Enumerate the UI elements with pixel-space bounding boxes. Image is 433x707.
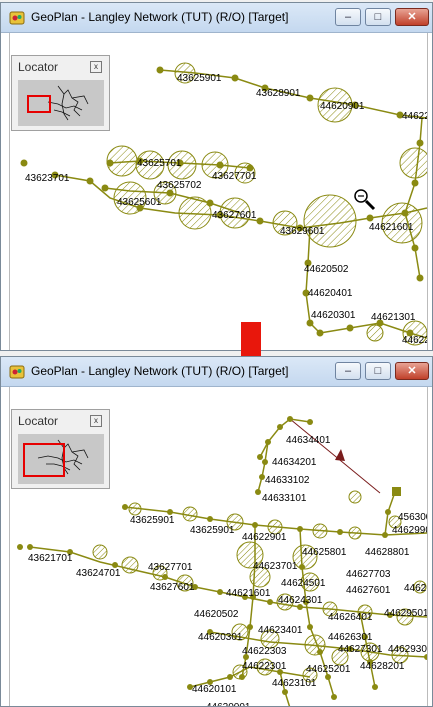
node-label: 44620001 bbox=[206, 702, 251, 707]
node-label: 43625901 bbox=[190, 525, 235, 536]
window-title: GeoPlan - Langley Network (TUT) (R/O) [T… bbox=[31, 10, 289, 24]
node-label: 43628901 bbox=[256, 88, 301, 99]
node-label: 43625901 bbox=[130, 515, 175, 526]
node-label: 44620502 bbox=[194, 609, 239, 620]
node-label: 4462 bbox=[404, 583, 427, 594]
top-geoplan-window: GeoPlan - Langley Network (TUT) (R/O) [T… bbox=[0, 2, 433, 351]
node-label: 44625801 bbox=[302, 547, 347, 558]
close-button[interactable]: ✕ bbox=[395, 8, 429, 26]
node-label: 44634201 bbox=[272, 457, 317, 468]
node-label: 43625701 bbox=[137, 158, 182, 169]
node-label: 44622303 bbox=[242, 646, 287, 657]
minimize-button[interactable]: – bbox=[335, 362, 361, 380]
node-label: 43623701 bbox=[25, 173, 70, 184]
title-bar[interactable]: GeoPlan - Langley Network (TUT) (R/O) [T… bbox=[1, 357, 432, 387]
node-label: 43624701 bbox=[76, 568, 121, 579]
node-label: 44620101 bbox=[192, 684, 237, 695]
node-label: 44620901 bbox=[320, 101, 365, 112]
node-label: 44628801 bbox=[365, 547, 410, 558]
locator-viewport-frame bbox=[23, 443, 65, 477]
node-label: 44623401 bbox=[258, 625, 303, 636]
node-label: 44620301 bbox=[198, 632, 243, 643]
node-label: 44620502 bbox=[304, 264, 349, 275]
maximize-button[interactable]: □ bbox=[365, 362, 391, 380]
locator-overview-map[interactable] bbox=[18, 80, 104, 126]
node-label: 44627301 bbox=[338, 644, 383, 655]
node-label: 44633101 bbox=[262, 493, 307, 504]
node-label: 44623701 bbox=[253, 561, 298, 572]
map-canvas[interactable]: 44634401 44634201 44633102 44633101 4563… bbox=[9, 387, 428, 707]
node-label: 44623101 bbox=[272, 678, 317, 689]
node-label: 44620401 bbox=[308, 288, 353, 299]
locator-overview-map[interactable] bbox=[18, 434, 104, 484]
locator-title: Locator bbox=[18, 60, 59, 74]
node-label: 44629306 bbox=[388, 644, 427, 655]
node-label: 44622301 bbox=[242, 661, 287, 672]
node-label: 44629901 bbox=[392, 525, 427, 536]
node-label: 43627601 bbox=[212, 210, 257, 221]
node-label: 44622901 bbox=[242, 532, 287, 543]
node-label: 44633102 bbox=[265, 475, 310, 486]
locator-viewport-frame bbox=[27, 95, 51, 113]
node-label: 44627601 bbox=[346, 585, 391, 596]
title-bar[interactable]: GeoPlan - Langley Network (TUT) (R/O) [T… bbox=[1, 3, 432, 33]
node-label: 43627701 bbox=[212, 171, 257, 182]
node-label: 44624301 bbox=[278, 595, 323, 606]
node-label: 44626401 bbox=[328, 612, 373, 623]
node-label: 44621601 bbox=[369, 222, 414, 233]
bottom-geoplan-window: GeoPlan - Langley Network (TUT) (R/O) [T… bbox=[0, 356, 433, 707]
node-label: 43625601 bbox=[117, 197, 162, 208]
node-label: 43625901 bbox=[177, 73, 222, 84]
node-label: 44634401 bbox=[286, 435, 331, 446]
node-label: 44626301 bbox=[328, 632, 373, 643]
node-label: 44629501 bbox=[384, 608, 427, 619]
node-label: 44622 bbox=[402, 111, 427, 122]
maximize-button[interactable]: □ bbox=[365, 8, 391, 26]
minimize-button[interactable]: – bbox=[335, 8, 361, 26]
locator-panel[interactable]: Locator x bbox=[11, 55, 110, 131]
node-label: 44627703 bbox=[346, 569, 391, 580]
node-label: 43625702 bbox=[157, 180, 202, 191]
locator-close-button[interactable]: x bbox=[90, 415, 102, 427]
close-button[interactable]: ✕ bbox=[395, 362, 429, 380]
node-label: 44628201 bbox=[360, 661, 405, 672]
node-label: 44621301 bbox=[371, 312, 416, 323]
geoplan-app-icon bbox=[9, 365, 25, 379]
map-canvas[interactable]: 43625901 43628901 44620901 44622 4362570… bbox=[9, 33, 428, 350]
node-label: 44621601 bbox=[226, 588, 271, 599]
node-label: 4563009 bbox=[398, 512, 427, 523]
node-label: 43627601 bbox=[150, 582, 195, 593]
node-label: 44622 bbox=[402, 335, 427, 346]
locator-panel[interactable]: Locator x bbox=[11, 409, 110, 489]
window-title: GeoPlan - Langley Network (TUT) (R/O) [T… bbox=[31, 364, 289, 378]
node-label: 43627701 bbox=[148, 562, 193, 573]
locator-title: Locator bbox=[18, 414, 59, 428]
node-label: 44624501 bbox=[281, 578, 326, 589]
node-label: 44620301 bbox=[311, 310, 356, 321]
node-label: 43621701 bbox=[28, 553, 73, 564]
node-label: 44625201 bbox=[306, 664, 351, 675]
zoom-cursor-icon bbox=[354, 189, 376, 211]
geoplan-app-icon bbox=[9, 11, 25, 25]
node-label: 43629601 bbox=[280, 226, 325, 237]
locator-close-button[interactable]: x bbox=[90, 61, 102, 73]
